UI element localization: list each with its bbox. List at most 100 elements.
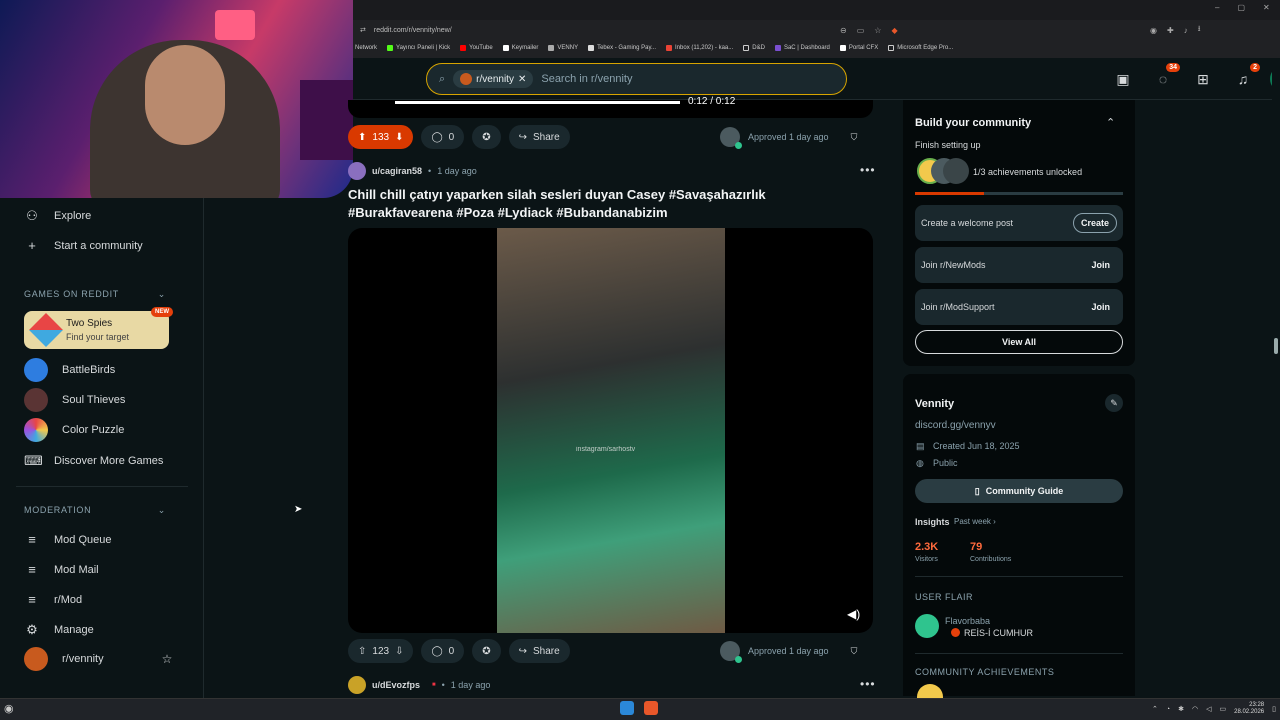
create-button[interactable]: Create: [1072, 213, 1117, 233]
author-name[interactable]: u/dEvozfps: [372, 680, 420, 690]
tray-chevron-icon[interactable]: ⌃: [1152, 705, 1158, 713]
shield-icon[interactable]: ⛉: [851, 132, 858, 143]
nav-mod-queue[interactable]: ≡ Mod Queue: [24, 532, 111, 547]
screenshot-icon[interactable]: ▭: [857, 26, 865, 35]
music-icon[interactable]: ♪: [1184, 26, 1188, 35]
post-age: 1 day ago: [450, 680, 491, 690]
bookmark[interactable]: Tebex - Gaming Pay...: [588, 45, 656, 51]
award-button[interactable]: ✪: [472, 125, 501, 149]
comments-button[interactable]: ◯ 0: [421, 639, 465, 663]
share-button[interactable]: ↪ Share: [508, 125, 570, 149]
streamer-face: [145, 45, 225, 145]
minimize-icon[interactable]: –: [1215, 3, 1219, 12]
post-title[interactable]: Chill chill çatıyı yaparken silah sesler…: [348, 186, 868, 222]
game-color-puzzle[interactable]: Color Puzzle: [24, 418, 124, 442]
game-battlebirds[interactable]: BattleBirds: [24, 358, 115, 382]
globe-icon: ◍: [916, 458, 924, 468]
search-bar[interactable]: ⌕ r/vennity ✕ Search in r/vennity: [426, 63, 847, 95]
nav-mod-mail[interactable]: ≡ Mod Mail: [24, 562, 98, 577]
created-date: Created Jun 18, 2025: [933, 441, 1020, 451]
join-button[interactable]: Join: [1084, 256, 1117, 274]
author-avatar[interactable]: [348, 162, 366, 180]
notification-center-icon[interactable]: ▯: [1272, 705, 1276, 713]
game-soul-thieves[interactable]: Soul Thieves: [24, 388, 125, 412]
mic-icon[interactable]: ◉: [4, 702, 14, 715]
upvote-icon[interactable]: ⇧: [358, 646, 366, 657]
more-options-icon[interactable]: •••: [860, 677, 876, 691]
upvote-icon[interactable]: ⬆: [358, 132, 366, 143]
share-button[interactable]: ↪ Share: [508, 639, 570, 663]
maximize-icon[interactable]: ▢: [1237, 3, 1245, 12]
bookmark[interactable]: YouTube: [460, 45, 493, 51]
scrollbar-thumb[interactable]: [1274, 338, 1278, 354]
notifications-icon[interactable]: ♫ 2: [1230, 63, 1260, 92]
nav-r-vennity[interactable]: r/vennity ☆: [24, 647, 172, 671]
subreddit-filter-chip[interactable]: r/vennity ✕: [453, 70, 534, 88]
download-icon[interactable]: ⭳: [1198, 23, 1201, 37]
task-label: Create a welcome post: [921, 218, 1014, 228]
chevron-down-icon: ⌄: [157, 505, 166, 515]
insights-range[interactable]: Past week ›: [954, 517, 996, 526]
bookmark[interactable]: Inbox (11,202) - kaa...: [666, 45, 733, 51]
more-options-icon[interactable]: •••: [860, 163, 876, 177]
bluetooth-icon[interactable]: ✱: [1178, 705, 1184, 713]
ads-icon[interactable]: ▣: [1110, 66, 1136, 92]
close-icon[interactable]: ✕: [1263, 3, 1270, 12]
bookmark[interactable]: Yayıncı Paneli | Kick: [387, 45, 450, 51]
battery-icon[interactable]: ▭: [1219, 705, 1226, 713]
nav-r-mod[interactable]: ≡ r/Mod: [24, 592, 82, 607]
games-section-header[interactable]: GAMES ON REDDIT ⌄: [24, 289, 166, 300]
url-text[interactable]: reddit.com/r/vennity/new/: [374, 27, 452, 34]
remove-chip-icon[interactable]: ✕: [518, 74, 526, 85]
moderation-section-header[interactable]: MODERATION ⌄: [24, 505, 166, 516]
video-player[interactable]: instagram/sarhostv ◀): [348, 228, 873, 633]
create-post-icon[interactable]: ⊞: [1190, 66, 1216, 92]
author-avatar[interactable]: [348, 676, 366, 694]
favorite-icon[interactable]: ☆: [874, 26, 881, 35]
zoom-icon[interactable]: ⊖: [840, 26, 847, 35]
bookmark[interactable]: Network: [355, 45, 377, 51]
bookmark-folder[interactable]: D&D: [743, 45, 765, 51]
downvote-icon[interactable]: ⬇: [395, 132, 403, 143]
address-bar[interactable]: ⇄ reddit.com/r/vennity/new/: [360, 21, 910, 39]
chat-icon[interactable]: ◌ 34: [1150, 63, 1180, 92]
featured-game-card[interactable]: Two Spies Find your target NEW: [24, 307, 173, 349]
search-input[interactable]: Search in r/vennity: [541, 73, 632, 85]
edit-icon[interactable]: ✎: [1105, 394, 1123, 412]
flair-text[interactable]: REİS-İ CUMHUR: [964, 628, 1033, 638]
network-icon[interactable]: ◔: [1166, 706, 1170, 713]
visitors-label: Visitors: [915, 556, 938, 563]
bookmark-folder[interactable]: Microsoft Edge Pro...: [888, 45, 953, 51]
brave-shield-icon[interactable]: ◆: [891, 26, 897, 35]
chat-ext-icon[interactable]: ◉: [1150, 26, 1157, 35]
award-button[interactable]: ✪: [472, 639, 501, 663]
nav-start-community[interactable]: + Start a community: [24, 238, 142, 253]
shield-icon[interactable]: ⛉: [851, 646, 858, 657]
discover-games[interactable]: ⌨ Discover More Games: [24, 453, 163, 469]
speaker-icon[interactable]: ◁: [1206, 705, 1211, 713]
site-info-icon[interactable]: ⇄: [360, 26, 366, 34]
view-all-button[interactable]: View All: [915, 330, 1123, 354]
wifi-icon[interactable]: ◠: [1192, 705, 1198, 713]
nav-manage[interactable]: ⚙ Manage: [24, 622, 94, 638]
downvote-icon[interactable]: ⇩: [395, 646, 403, 657]
join-button[interactable]: Join: [1084, 298, 1117, 316]
community-guide-button[interactable]: ▯ Community Guide: [915, 479, 1123, 503]
volume-icon[interactable]: ◀): [847, 607, 861, 621]
brave-browser-icon[interactable]: [644, 701, 658, 715]
nav-explore[interactable]: ⚇ Explore: [24, 208, 91, 224]
bookmark[interactable]: Keymailer: [502, 45, 538, 51]
windows-start-icon[interactable]: [620, 701, 634, 715]
video-progress-bar[interactable]: [395, 101, 680, 104]
star-icon[interactable]: ☆: [162, 652, 173, 666]
page-scrollbar[interactable]: [1272, 58, 1280, 698]
bookmark[interactable]: Portal CFX: [839, 45, 878, 51]
collapse-chevron-icon[interactable]: ⌃: [1106, 116, 1115, 129]
comments-button[interactable]: ◯ 0: [421, 125, 465, 149]
author-name[interactable]: u/cagiran58: [372, 166, 422, 176]
previous-video-controls[interactable]: 0:12 / 0:12: [348, 96, 873, 118]
bookmark[interactable]: SaC | Dashboard: [774, 45, 830, 51]
bookmark[interactable]: VENNY: [548, 45, 578, 51]
system-clock[interactable]: 23:28 28.02.2026: [1234, 702, 1264, 716]
puzzle-icon[interactable]: ✚: [1167, 26, 1174, 35]
